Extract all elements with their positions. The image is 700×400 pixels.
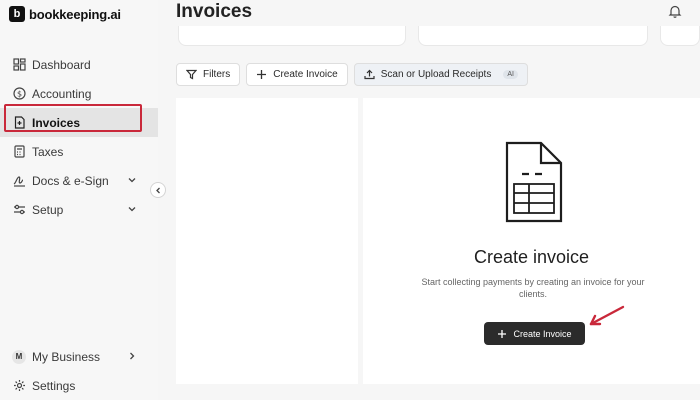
brand-logo[interactable]: b bookkeeping.ai <box>9 6 121 22</box>
sidebar-item-label: Setup <box>32 202 64 217</box>
chevron-down-icon[interactable] <box>126 203 138 215</box>
sidebar-item-label: Docs & e-Sign <box>32 173 109 188</box>
sidebar: b bookkeeping.ai Dashboard $ Accounting … <box>0 0 158 400</box>
sidebar-item-taxes[interactable]: Taxes <box>0 137 158 166</box>
avatar: M <box>12 349 26 364</box>
sidebar-item-label: Dashboard <box>32 57 91 72</box>
brand-logo-icon: b <box>9 6 25 22</box>
create-invoice-label: Create Invoice <box>273 69 338 80</box>
filters-label: Filters <box>203 69 231 80</box>
empty-state-card: Create invoice Start collecting payments… <box>363 98 700 384</box>
create-invoice-button[interactable]: Create Invoice <box>246 63 348 86</box>
filters-button[interactable]: Filters <box>176 63 241 86</box>
calculator-icon <box>12 145 26 159</box>
scan-upload-receipts-button[interactable]: Scan or Upload Receipts AI <box>353 63 528 86</box>
chevron-down-icon[interactable] <box>126 174 138 186</box>
dollar-circle-icon: $ <box>12 87 26 101</box>
sidebar-item-invoices[interactable]: Invoices <box>0 108 158 137</box>
sidebar-item-label: Settings <box>32 378 76 393</box>
stat-card <box>660 26 700 46</box>
sidebar-item-label: Taxes <box>32 144 64 159</box>
ai-badge: AI <box>503 70 518 79</box>
dashboard-icon <box>12 58 26 72</box>
upload-icon <box>364 69 375 80</box>
sliders-icon <box>12 203 26 217</box>
stat-card <box>418 26 648 46</box>
invoice-list-panel <box>176 98 358 384</box>
invoice-icon <box>12 116 26 130</box>
scan-upload-label: Scan or Upload Receipts <box>380 69 492 80</box>
cta-label: Create Invoice <box>513 328 572 339</box>
sidebar-nav: Dashboard $ Accounting Invoices Taxes Do… <box>0 50 158 224</box>
sidebar-item-my-business[interactable]: M My Business <box>0 342 158 371</box>
empty-state-description: Start collecting payments by creating an… <box>421 277 645 299</box>
brand-name: bookkeeping.ai <box>29 6 121 22</box>
chevron-right-icon[interactable] <box>126 350 138 362</box>
plus-icon <box>257 70 267 79</box>
stat-card <box>178 26 406 46</box>
sidebar-item-label: Accounting <box>32 86 92 101</box>
page-title: Invoices <box>176 1 253 22</box>
document-icon <box>505 141 563 223</box>
annotation-arrow-icon <box>589 305 625 326</box>
gear-icon <box>12 379 26 393</box>
toolbar: Filters Create Invoice Scan or Upload Re… <box>176 63 528 86</box>
plus-icon <box>498 329 507 338</box>
svg-text:$: $ <box>16 89 21 98</box>
empty-state-title: Create invoice <box>473 247 590 267</box>
sidebar-item-dashboard[interactable]: Dashboard <box>0 50 158 79</box>
bell-icon[interactable] <box>668 4 682 18</box>
sidebar-item-label: My Business <box>32 349 101 364</box>
signature-icon <box>12 174 26 188</box>
create-invoice-cta-button[interactable]: Create Invoice <box>484 322 585 345</box>
filter-icon <box>186 69 197 80</box>
sidebar-item-setup[interactable]: Setup <box>0 195 158 224</box>
avatar-initial: M <box>12 349 26 364</box>
sidebar-item-label: Invoices <box>32 115 81 130</box>
sidebar-item-accounting[interactable]: $ Accounting <box>0 79 158 108</box>
sidebar-item-docs-esign[interactable]: Docs & e-Sign <box>0 166 158 195</box>
sidebar-item-settings[interactable]: Settings <box>0 371 158 400</box>
sidebar-bottom-nav: M My Business Settings <box>0 342 158 400</box>
